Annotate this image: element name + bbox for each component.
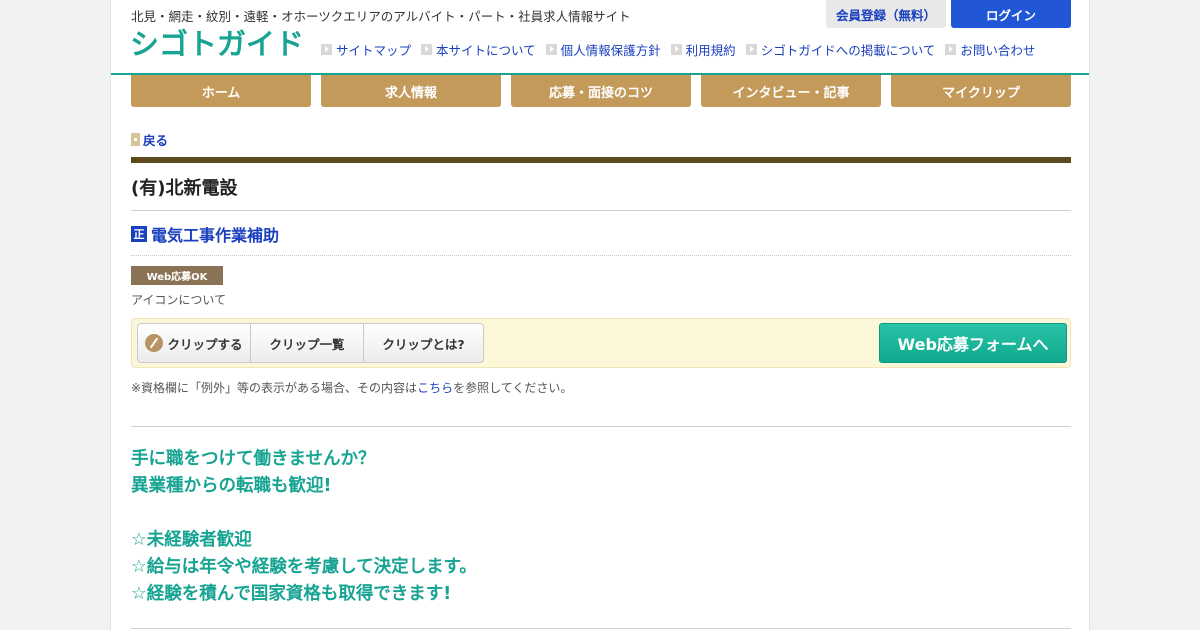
util-link-listing[interactable]: シゴトガイドへの掲載について [745,40,936,59]
back-label: 戻る [143,133,169,148]
nav-jobs[interactable]: 求人情報 [321,75,501,107]
catch-line: 異業種からの転職も歓迎! [131,476,332,496]
note-suffix: を参照してください。 [453,381,573,395]
util-link-label: 利用規約 [685,43,736,58]
icon-about-text: アイコンについて [131,293,227,307]
util-link-sitemap[interactable]: サイトマップ [321,40,411,59]
arrow-right-icon [945,44,957,55]
nav-myclip[interactable]: マイクリップ [891,75,1071,107]
arrow-right-icon [545,44,557,55]
paperclip-icon [145,334,164,352]
nav-tips[interactable]: 応募・面接のコツ [511,75,691,107]
web-apply-button[interactable]: Web応募フォームへ [879,323,1067,363]
arrow-right-icon [670,44,682,55]
util-link-privacy[interactable]: 個人情報保護方針 [545,40,661,59]
catch-line: 手に職をつけて働きませんか？ [131,449,376,469]
util-link-label: 本サイトについて [436,43,536,58]
page-container: 北見・網走・紋別・遠軽・オホーツクエリアのアルバイト・パート・社員求人情報サイト… [110,0,1090,630]
clip-panel: クリップする クリップ一覧 クリップとは? Web応募フォームへ [131,318,1071,368]
util-link-about[interactable]: 本サイトについて [421,40,536,59]
employment-type-icon: 正 [131,226,147,242]
divider [131,628,1071,629]
arrow-right-icon [321,44,332,55]
clip-list-button[interactable]: クリップ一覧 [251,324,364,362]
util-link-label: サイトマップ [336,43,412,58]
catch-line: ☆経験を積んで国家資格も取得できます! [131,584,452,604]
site-logo[interactable]: シゴトガイド [130,26,304,62]
clip-about-button[interactable]: クリップとは? [364,324,483,362]
util-link-label: お問い合わせ [960,43,1036,58]
note-link[interactable]: こちら [417,381,453,395]
catch-line: ☆給与は年令や経験を考慮して決定します。 [131,557,477,577]
job-title: 電気工事作業補助 [151,226,280,245]
web-apply-badge: Web応募OK [131,266,223,285]
company-header-bar [131,157,1071,163]
job-title-row: 正 電気工事作業補助 [131,222,279,246]
back-icon [131,133,140,146]
qualification-note: ※資格欄に「例外」等の表示がある場合、その内容はこちらを参照してください。 [131,379,572,396]
clip-button-group: クリップする クリップ一覧 クリップとは? [137,323,484,363]
login-button[interactable]: ログイン [951,0,1071,28]
arrow-right-icon [421,44,433,55]
util-link-label: シゴトガイドへの掲載について [760,43,936,58]
register-button[interactable]: 会員登録（無料） [826,0,946,28]
dotted-divider [131,255,1071,256]
nav-home[interactable]: ホーム [131,75,311,107]
util-link-terms[interactable]: 利用規約 [670,40,736,59]
site-tagline: 北見・網走・紋別・遠軽・オホーツクエリアのアルバイト・パート・社員求人情報サイト [131,9,631,24]
global-nav: ホーム 求人情報 応募・面接のコツ インタビュー・記事 マイクリップ [131,75,1081,107]
arrow-right-icon [745,44,757,55]
utility-nav: サイトマップ 本サイトについて 個人情報保護方針 利用規約 シゴトガイドへの掲載… [321,40,1045,59]
nav-interviews[interactable]: インタビュー・記事 [701,75,881,107]
util-link-label: 個人情報保護方針 [560,43,661,58]
clip-add-label: クリップする [167,336,243,352]
catch-spacer [131,500,477,527]
util-link-contact[interactable]: お問い合わせ [945,40,1035,59]
company-name: (有)北新電設 [131,178,238,199]
divider [131,426,1071,427]
clip-add-button[interactable]: クリップする [138,324,251,362]
catch-copy: 手に職をつけて働きませんか？ 異業種からの転職も歓迎! ☆未経験者歓迎 ☆給与は… [131,446,477,608]
catch-line: ☆未経験者歓迎 [131,530,252,550]
divider [131,210,1071,211]
note-prefix: ※資格欄に「例外」等の表示がある場合、その内容は [131,381,418,395]
back-link[interactable]: 戻る [131,130,168,149]
